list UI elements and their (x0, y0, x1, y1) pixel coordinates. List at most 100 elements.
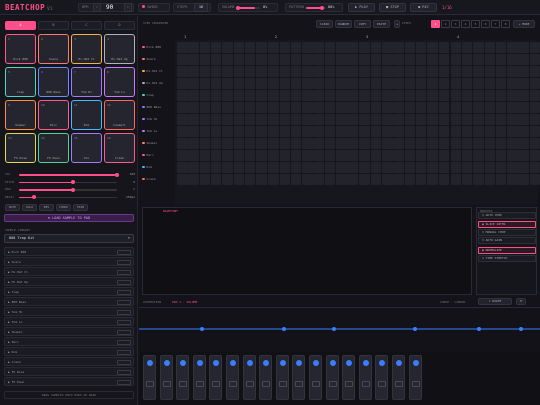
step-cell[interactable] (495, 42, 507, 53)
step-cell[interactable] (393, 138, 404, 149)
step-cell[interactable] (495, 162, 507, 173)
mixer-channel[interactable] (309, 355, 322, 400)
process-option[interactable]: ◯ MANUAL CHOP (478, 229, 536, 236)
volume-control[interactable]: VOLUME 0% (218, 3, 278, 12)
step-cell[interactable] (256, 54, 267, 65)
channel-label[interactable]: Kick 808 (142, 45, 174, 49)
drum-pad[interactable]: 3 Hi-Hat Cl (71, 34, 102, 64)
channel-mute-button[interactable] (195, 381, 204, 387)
step-cell[interactable] (302, 90, 313, 101)
mixer-channel[interactable] (159, 355, 173, 400)
bpm-increase-button[interactable]: › (124, 3, 132, 12)
process-option[interactable]: ◯ AUTO CHOP (478, 212, 536, 219)
step-cell[interactable] (438, 66, 450, 77)
step-cell[interactable] (290, 162, 302, 173)
step-cell[interactable] (359, 150, 370, 161)
step-cell[interactable] (382, 78, 393, 89)
step-cell[interactable] (222, 138, 233, 149)
step-cell[interactable] (290, 138, 302, 149)
step-cell[interactable] (244, 126, 256, 137)
step-cell[interactable] (302, 78, 313, 89)
step-cell[interactable] (507, 150, 518, 161)
pad-control-slider[interactable] (19, 172, 119, 177)
step-cell[interactable] (279, 78, 291, 89)
step-cell[interactable] (415, 174, 427, 185)
step-cell[interactable] (404, 150, 416, 161)
step-cell[interactable] (529, 162, 540, 173)
step-cell[interactable] (529, 90, 540, 101)
step-cell[interactable] (313, 42, 324, 53)
step-cell[interactable] (233, 138, 245, 149)
preview-button[interactable] (117, 269, 131, 275)
step-cell[interactable] (233, 162, 245, 173)
step-cell[interactable] (415, 138, 427, 149)
step-cell[interactable] (393, 126, 404, 137)
step-cell[interactable] (177, 174, 188, 185)
channel-mute-button[interactable] (312, 381, 320, 387)
step-cell[interactable] (473, 90, 484, 101)
step-cell[interactable] (370, 78, 382, 89)
step-cell[interactable] (529, 66, 540, 77)
step-cell[interactable] (473, 78, 484, 89)
step-cell[interactable] (188, 54, 199, 65)
step-cell[interactable] (313, 174, 324, 185)
pad-trim-button[interactable]: TRIM (73, 204, 88, 211)
step-cell[interactable] (450, 66, 462, 77)
automation-curve[interactable] (139, 320, 540, 340)
steps-select[interactable]: 16 (194, 3, 208, 12)
step-cell[interactable] (244, 114, 256, 125)
step-cell[interactable] (199, 174, 211, 185)
step-cell[interactable] (199, 150, 211, 161)
step-cell[interactable] (438, 150, 450, 161)
step-cell[interactable] (188, 138, 199, 149)
drum-pad[interactable]: 16 Crash (104, 133, 135, 163)
channel-label[interactable]: Shaker (142, 141, 174, 145)
step-cell[interactable] (359, 114, 370, 125)
waveform-editor[interactable]: WAVEFORM (142, 207, 472, 295)
step-cell[interactable] (507, 90, 518, 101)
step-cell[interactable] (370, 42, 382, 53)
step-cell[interactable] (427, 90, 438, 101)
step-cell[interactable] (268, 66, 279, 77)
mixer-channel[interactable] (275, 355, 289, 400)
step-cell[interactable] (370, 162, 382, 173)
step-cell[interactable] (324, 162, 336, 173)
step-cell[interactable] (484, 42, 496, 53)
mixer-channel[interactable] (259, 355, 273, 400)
step-cell[interactable] (507, 42, 518, 53)
step-cell[interactable] (256, 78, 267, 89)
automation-point[interactable] (477, 327, 481, 331)
library-item[interactable]: ▶ Tom Hi (4, 307, 134, 316)
step-cell[interactable] (347, 126, 358, 137)
step-cell[interactable] (347, 114, 358, 125)
channel-mute-button[interactable] (179, 381, 188, 387)
step-cell[interactable] (484, 102, 496, 113)
preview-button[interactable] (117, 339, 131, 345)
channel-mute-button[interactable] (162, 381, 171, 387)
step-cell[interactable] (268, 114, 279, 125)
step-cell[interactable] (473, 162, 484, 173)
step-cell[interactable] (382, 126, 393, 137)
step-cell[interactable] (302, 162, 313, 173)
step-cell[interactable] (393, 114, 404, 125)
channel-mute-button[interactable] (278, 381, 287, 387)
step-cell[interactable] (438, 54, 450, 65)
step-cell[interactable] (415, 162, 427, 173)
library-item[interactable]: ▶ Clap (4, 287, 134, 296)
step-cell[interactable] (347, 102, 358, 113)
step-cell[interactable] (244, 42, 256, 53)
step-cell[interactable] (222, 54, 233, 65)
library-item[interactable]: ▶ Kick 808 (4, 247, 134, 256)
pad-control-slider[interactable] (19, 180, 117, 185)
step-cell[interactable] (404, 90, 416, 101)
step-cell[interactable] (461, 114, 473, 125)
library-item[interactable]: ▶ FX Rise (4, 367, 134, 376)
automation-point[interactable] (519, 327, 523, 331)
step-cell[interactable] (518, 162, 529, 173)
preview-button[interactable] (117, 349, 131, 355)
step-cell[interactable] (177, 78, 188, 89)
step-cell[interactable] (290, 102, 302, 113)
step-cell[interactable] (507, 78, 518, 89)
step-cell[interactable] (188, 78, 199, 89)
step-cell[interactable] (188, 150, 199, 161)
